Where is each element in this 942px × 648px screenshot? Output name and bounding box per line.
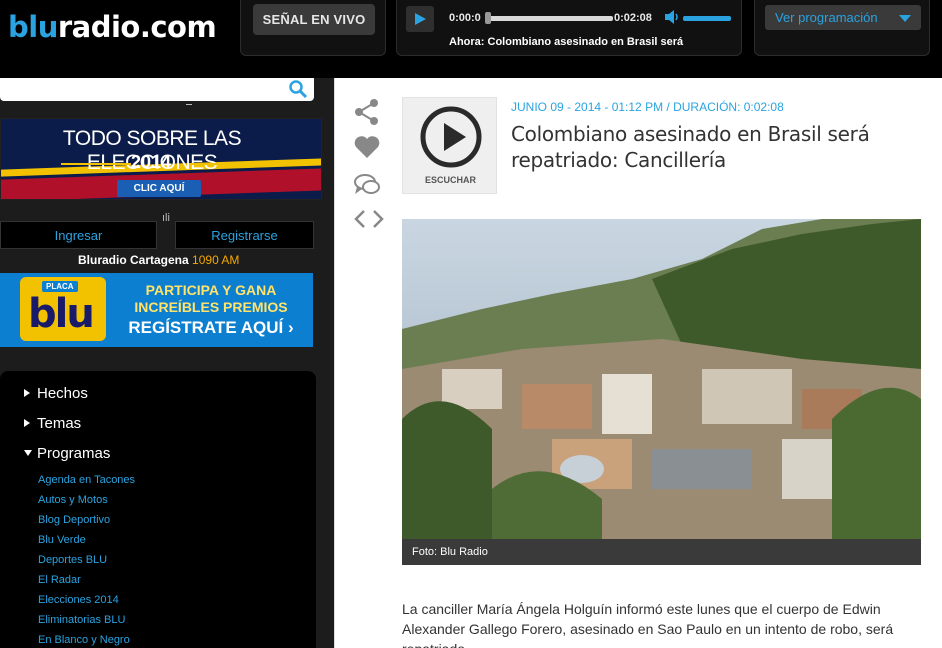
elections-cta-button[interactable]: CLIC AQUÍ xyxy=(117,180,201,197)
elapsed-time: 0:00:0 xyxy=(449,12,481,24)
menu-item-temas[interactable]: Temas xyxy=(24,413,81,433)
programming-dropdown[interactable]: Ver programación xyxy=(765,5,921,30)
elections-banner[interactable]: TODO SOBRE LAS ELECCIONES 2014 CLIC AQUÍ xyxy=(0,118,322,200)
progress-track[interactable] xyxy=(489,16,613,21)
search-input[interactable] xyxy=(0,78,280,99)
divider xyxy=(186,104,192,105)
program-link[interactable]: Eliminatorias BLU xyxy=(38,614,125,626)
section-menu: Hechos Temas Programas Agenda en Tacones… xyxy=(0,371,316,648)
partial-text: ıli xyxy=(162,212,170,224)
program-link[interactable]: En Blanco y Negro xyxy=(38,634,130,646)
heart-icon[interactable] xyxy=(353,134,381,160)
program-link[interactable]: Autos y Motos xyxy=(38,494,108,506)
player-play-button[interactable] xyxy=(406,6,434,32)
embed-icon[interactable] xyxy=(353,208,385,230)
caret-right-icon xyxy=(24,419,30,427)
placa-blu-banner[interactable]: PLACA blu PARTICIPA Y GANA INCREÍBLES PR… xyxy=(0,273,313,347)
menu-item-hechos[interactable]: Hechos xyxy=(24,383,88,403)
share-icon[interactable] xyxy=(353,98,381,126)
menu-item-label: Hechos xyxy=(37,384,88,402)
article-photo xyxy=(402,219,921,539)
listen-button[interactable]: ESCUCHAR xyxy=(402,97,497,194)
program-link[interactable]: Elecciones 2014 xyxy=(38,594,119,606)
article-body: La canciller María Ángela Holguín inform… xyxy=(402,601,894,648)
search-icon[interactable] xyxy=(288,79,308,99)
menu-item-label: Programas xyxy=(37,444,111,462)
programming-label: Ver programación xyxy=(775,10,878,25)
sidebar: TODO SOBRE LAS ELECCIONES 2014 CLIC AQUÍ… xyxy=(0,78,334,648)
program-link[interactable]: Blog Deportivo xyxy=(38,514,110,526)
register-button[interactable]: Registrarse xyxy=(175,221,314,249)
station-info: Bluradio Cartagena 1090 AM xyxy=(78,253,239,267)
total-time: 0:02:08 xyxy=(614,12,652,24)
comment-icon[interactable] xyxy=(353,172,381,198)
menu-item-label: Temas xyxy=(37,414,82,432)
program-link[interactable]: Deportes BLU xyxy=(38,554,107,566)
program-link[interactable]: El Radar xyxy=(38,574,81,586)
programming-panel: Ver programación xyxy=(754,0,930,56)
logo-radio-part: radio.com xyxy=(57,10,217,44)
top-bar: bluradio.com SEÑAL EN VIVO 0:00:0 0:02:0… xyxy=(0,0,942,78)
station-frequency: 1090 AM xyxy=(192,253,240,267)
station-name: Bluradio Cartagena xyxy=(78,253,189,267)
audio-player: 0:00:0 0:02:08 Ahora: Colombiano asesina… xyxy=(396,0,742,56)
listen-label: ESCUCHAR xyxy=(424,175,476,185)
placa-logo-badge: PLACA blu xyxy=(20,277,106,341)
volume-icon[interactable] xyxy=(665,10,681,24)
elections-banner-year: 2014 xyxy=(130,152,172,172)
live-panel: SEÑAL EN VIVO xyxy=(240,0,386,56)
placa-register-cta[interactable]: REGÍSTRATE AQUÍ › xyxy=(116,318,306,338)
now-playing-text: Ahora: Colombiano asesinado en Brasil se… xyxy=(449,36,684,48)
live-signal-button[interactable]: SEÑAL EN VIVO xyxy=(253,4,375,35)
article-meta: JUNIO 09 - 2014 - 01:12 PM / DURACIÓN: 0… xyxy=(511,100,784,114)
play-icon xyxy=(420,106,482,168)
article-title: Colombiano asesinado en Brasil será repa… xyxy=(511,122,870,172)
login-button[interactable]: Ingresar xyxy=(0,221,157,249)
play-icon xyxy=(415,13,426,25)
placa-line2: INCREÍBLES PREMIOS xyxy=(134,299,288,315)
article: ESCUCHAR JUNIO 09 - 2014 - 01:12 PM / DU… xyxy=(334,78,942,648)
photo-caption: Foto: Blu Radio xyxy=(402,539,921,565)
program-link[interactable]: Agenda en Tacones xyxy=(38,474,135,486)
menu-item-programas[interactable]: Programas xyxy=(24,443,110,463)
placa-logo-text: blu xyxy=(28,291,95,337)
progress-handle[interactable] xyxy=(485,12,491,24)
program-link[interactable]: Blu Verde xyxy=(38,534,86,546)
logo-blu-part: blu xyxy=(8,10,58,44)
search-box xyxy=(0,78,314,101)
volume-slider[interactable] xyxy=(683,16,731,21)
placa-line1: PARTICIPA Y GANA xyxy=(145,282,277,298)
caret-down-icon xyxy=(24,450,32,456)
chevron-down-icon xyxy=(899,15,911,22)
site-logo[interactable]: bluradio.com xyxy=(8,10,217,44)
caret-right-icon xyxy=(24,389,30,397)
